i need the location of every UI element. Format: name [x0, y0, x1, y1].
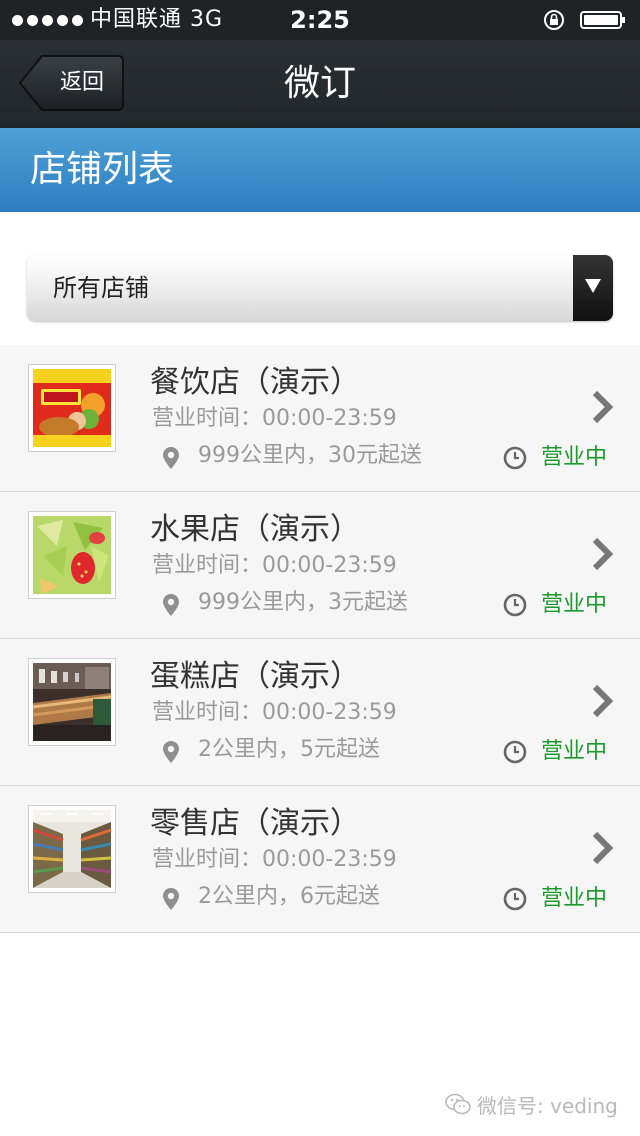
store-list: 餐饮店（演示） 营业时间：00:00-23:59 999公里内，30元起送 营业…: [0, 345, 640, 933]
back-button-label: 返回: [59, 70, 104, 95]
location-pin-icon: [163, 594, 179, 616]
clock-icon: [503, 593, 527, 617]
location-pin-icon: [163, 741, 179, 763]
store-list-item[interactable]: 蛋糕店（演示） 营业时间：00:00-23:59 2公里内，5元起送 营业中: [0, 639, 640, 786]
store-filter-value: 所有店铺: [53, 274, 149, 302]
wechat-logo-icon: [445, 1093, 471, 1115]
store-thumbnail: [28, 364, 116, 452]
store-thumbnail: [28, 511, 116, 599]
section-title: 店铺列表: [30, 149, 175, 190]
back-button[interactable]: 返回: [18, 55, 124, 111]
clock-icon: [503, 446, 527, 470]
rotation-lock-icon: [544, 10, 564, 30]
store-name: 零售店（演示）: [150, 806, 360, 841]
store-list-item[interactable]: 餐饮店（演示） 营业时间：00:00-23:59 999公里内，30元起送 营业…: [0, 345, 640, 492]
store-delivery-info: 2公里内，5元起送: [198, 737, 380, 762]
status-bar: 中国联通 3G 2:25: [0, 0, 640, 40]
chevron-right-icon: [592, 831, 614, 865]
store-status-badge: 营业中: [541, 592, 608, 617]
clock-icon: [503, 740, 527, 764]
navigation-bar: 返回 微订: [0, 40, 640, 128]
bakery-shop-image: [33, 663, 111, 741]
supermarket-aisle-image: [33, 810, 111, 888]
chevron-right-icon: [592, 684, 614, 718]
store-status-badge: 营业中: [541, 886, 608, 911]
fruit-salad-image: [33, 516, 111, 594]
store-status-badge: 营业中: [541, 445, 608, 470]
restaurant-food-image: [33, 369, 111, 447]
chevron-right-icon: [592, 390, 614, 424]
section-header: 店铺列表: [0, 128, 640, 212]
chevron-right-icon: [592, 537, 614, 571]
app-screen: 中国联通 3G 2:25 返回 微订 店铺列表 所有店铺 餐饮店（演示） 营业时…: [0, 0, 640, 1136]
store-delivery-info: 999公里内，30元起送: [198, 443, 422, 468]
store-list-item[interactable]: 零售店（演示） 营业时间：00:00-23:59 2公里内，6元起送 营业中: [0, 786, 640, 933]
triangle-down-icon: [585, 279, 601, 293]
store-list-item[interactable]: 水果店（演示） 营业时间：00:00-23:59 999公里内，3元起送 营业中: [0, 492, 640, 639]
store-hours: 营业时间：00:00-23:59: [152, 847, 397, 872]
watermark-text: 微信号: veding: [477, 1093, 618, 1118]
location-pin-icon: [163, 888, 179, 910]
store-hours: 营业时间：00:00-23:59: [152, 553, 397, 578]
clock-icon: [503, 887, 527, 911]
store-status-badge: 营业中: [541, 739, 608, 764]
store-delivery-info: 2公里内，6元起送: [198, 884, 380, 909]
dropdown-arrow-button[interactable]: [573, 255, 613, 321]
store-thumbnail: [28, 658, 116, 746]
store-hours: 营业时间：00:00-23:59: [152, 700, 397, 725]
location-pin-icon: [163, 447, 179, 469]
store-delivery-info: 999公里内，3元起送: [198, 590, 408, 615]
battery-icon: [580, 11, 625, 29]
store-filter-select[interactable]: 所有店铺: [27, 255, 613, 321]
store-name: 蛋糕店（演示）: [150, 659, 360, 694]
watermark: 微信号: veding: [445, 1088, 618, 1120]
store-hours: 营业时间：00:00-23:59: [152, 406, 397, 431]
store-name: 水果店（演示）: [150, 512, 360, 547]
store-name: 餐饮店（演示）: [150, 365, 360, 400]
store-thumbnail: [28, 805, 116, 893]
